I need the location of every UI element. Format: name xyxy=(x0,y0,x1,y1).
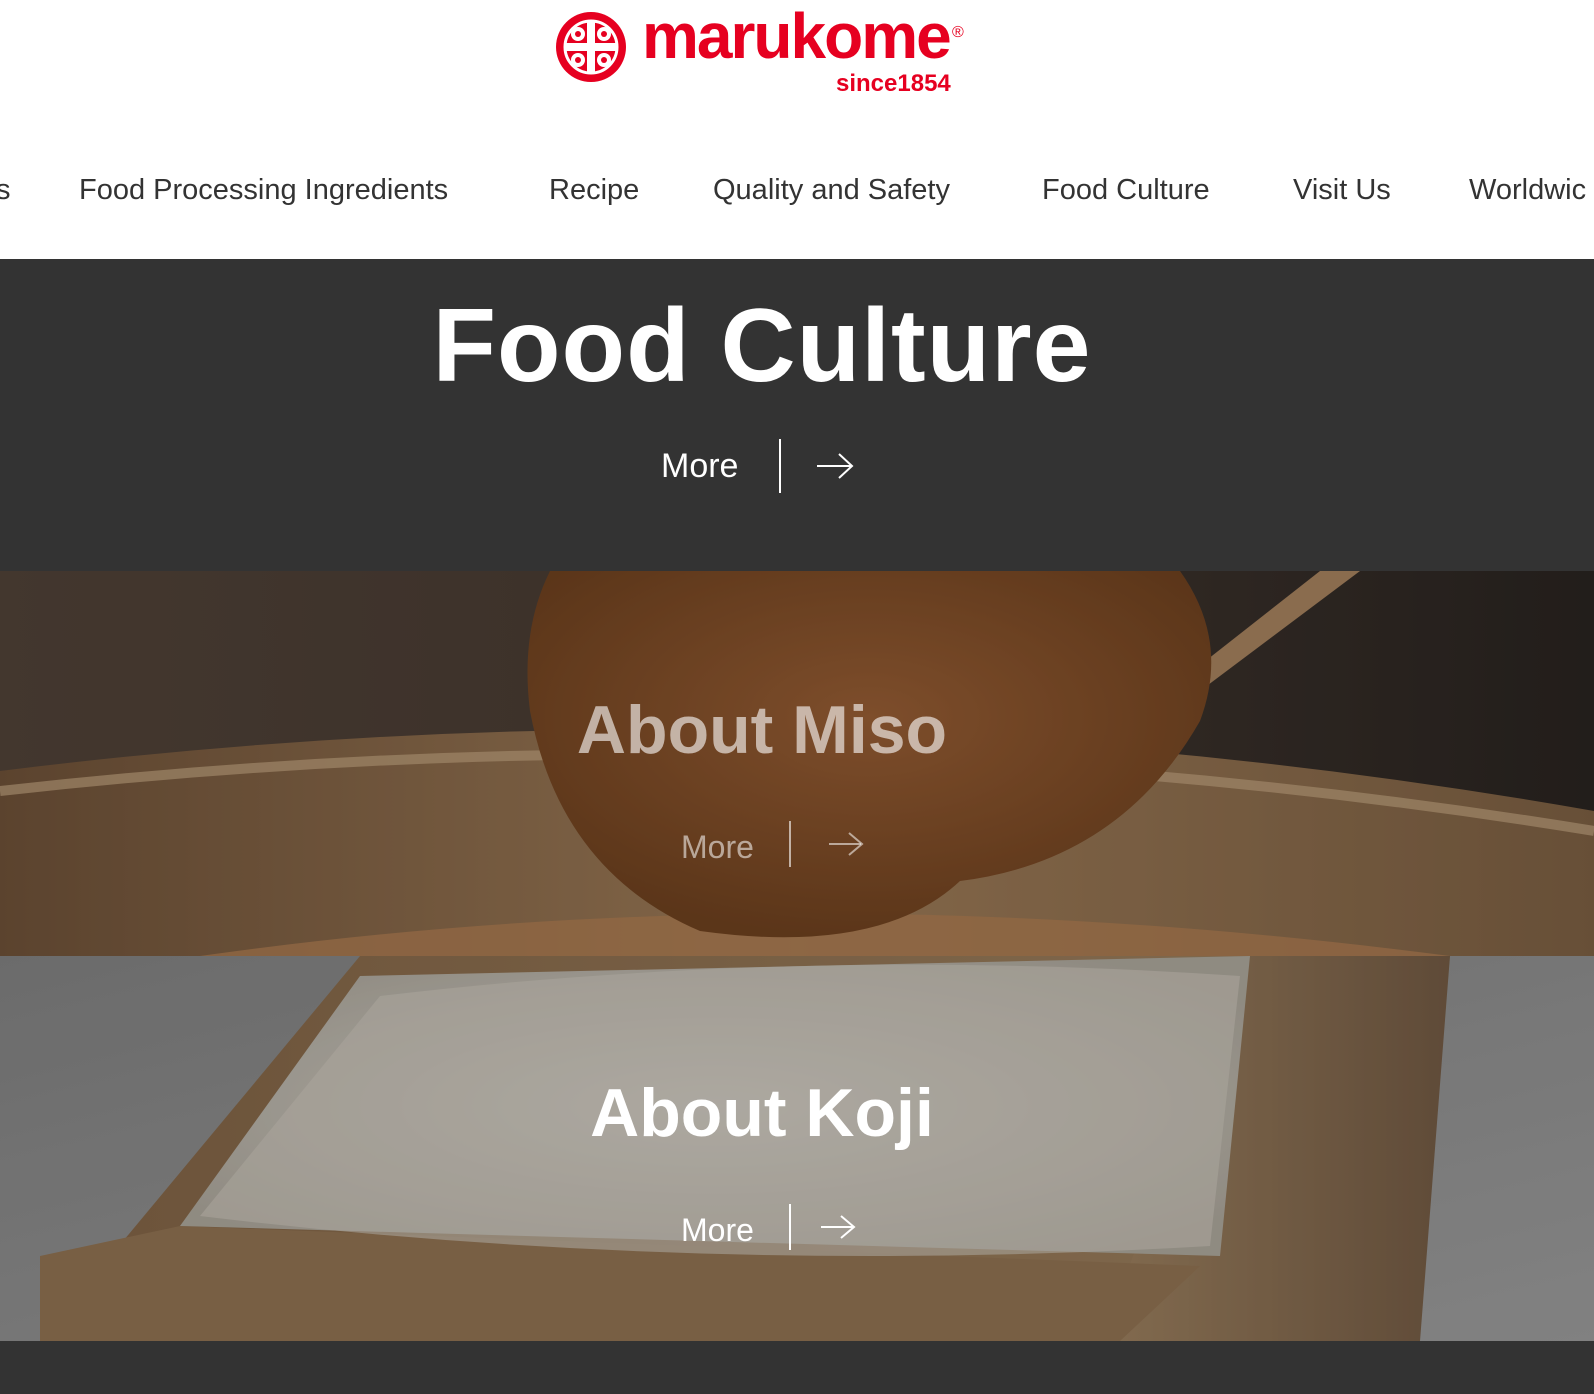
more-label: More xyxy=(661,447,739,485)
about-koji-title: About Koji xyxy=(590,1075,934,1151)
about-koji-panel[interactable]: About Koji More xyxy=(0,956,1594,1341)
arrow-right-icon xyxy=(821,1215,856,1239)
more-divider xyxy=(789,821,791,867)
nav-item-food-culture[interactable]: Food Culture xyxy=(1042,174,1210,207)
marukome-logo-mark-icon xyxy=(556,12,626,82)
arrow-right-icon xyxy=(829,832,864,856)
nav-item-visit-us[interactable]: Visit Us xyxy=(1293,174,1391,207)
logo-since-text: since1854 xyxy=(836,70,951,97)
about-miso-title: About Miso xyxy=(576,692,948,768)
nav-item-worldwide-partial[interactable]: Worldwic xyxy=(1469,174,1586,207)
about-miso-more-link[interactable]: More xyxy=(681,821,881,875)
nav-item-recipe[interactable]: Recipe xyxy=(549,174,639,207)
hero-more-link[interactable]: More xyxy=(661,439,861,493)
footer-bar xyxy=(0,1341,1594,1394)
site-header: marukome ® since1854 s Food Processing I… xyxy=(0,0,1594,259)
about-miso-panel[interactable]: About Miso More xyxy=(0,571,1594,956)
more-label: More xyxy=(681,1212,754,1248)
logo-registered-mark: ® xyxy=(952,24,964,41)
arrow-right-icon xyxy=(817,453,854,479)
main-nav: s Food Processing Ingredients Recipe Qua… xyxy=(0,160,1594,224)
more-divider xyxy=(779,439,781,493)
nav-item-food-processing-ingredients[interactable]: Food Processing Ingredients xyxy=(79,174,448,207)
food-culture-hero: Food Culture More xyxy=(0,259,1594,571)
nav-item-products-partial[interactable]: s xyxy=(0,174,11,207)
nav-item-quality-and-safety[interactable]: Quality and Safety xyxy=(713,174,950,207)
more-divider xyxy=(789,1204,791,1250)
about-koji-more-link[interactable]: More xyxy=(681,1204,881,1258)
marukome-logo[interactable]: marukome ® since1854 xyxy=(554,4,974,100)
logo-wordmark: marukome xyxy=(642,0,952,72)
more-label: More xyxy=(681,829,754,865)
page-title: Food Culture xyxy=(432,288,1092,404)
